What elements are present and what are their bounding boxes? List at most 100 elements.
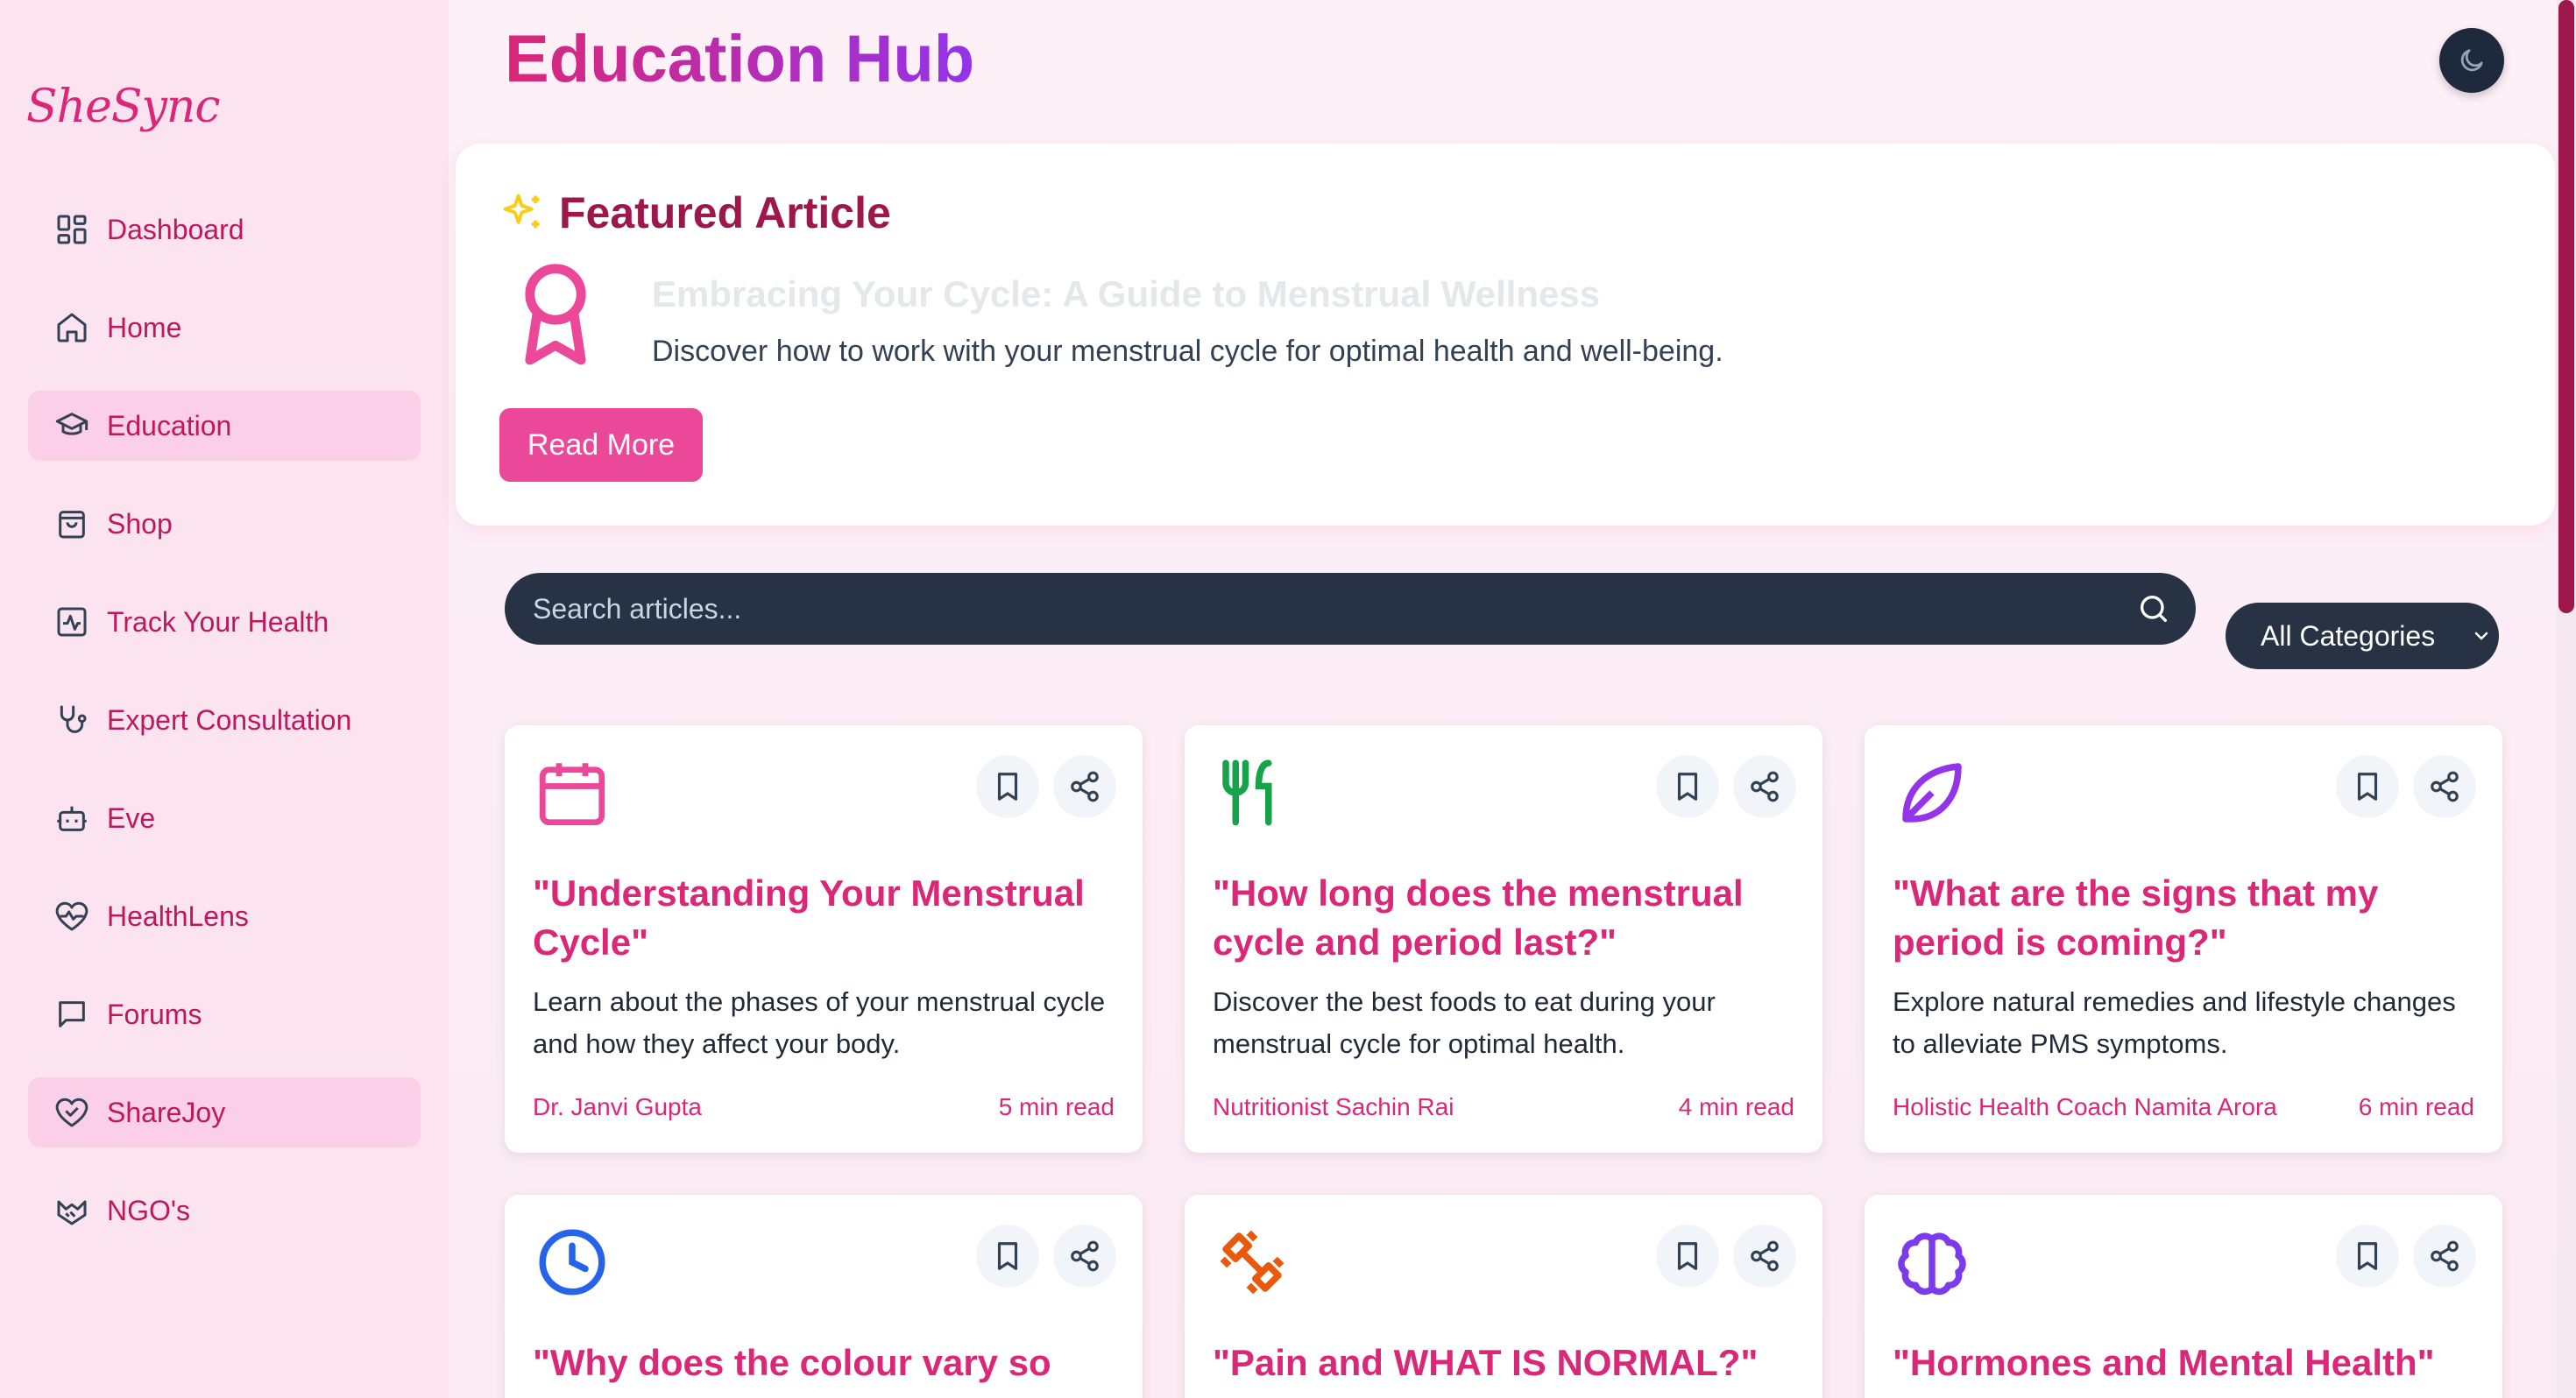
bookmark-icon — [997, 773, 1018, 801]
share-icon — [1751, 771, 1779, 802]
sidebar-item-label: Home — [107, 311, 182, 343]
search-icon[interactable] — [2136, 591, 2171, 626]
article-title[interactable]: "Pain and WHAT IS NORMAL?" — [1213, 1338, 1794, 1387]
bookmark-button[interactable] — [1656, 1225, 1719, 1288]
leaf-icon — [1893, 753, 1971, 832]
bookmark-button[interactable] — [1656, 755, 1719, 818]
share-button[interactable] — [1053, 1225, 1116, 1288]
home-icon — [54, 310, 89, 345]
sidebar-item-label: Shop — [107, 507, 173, 540]
scrollbar-thumb[interactable] — [2558, 0, 2574, 613]
article-card[interactable]: "Why does the colour vary so — [505, 1195, 1143, 1398]
article-title[interactable]: "How long does the menstrual cycle and p… — [1213, 869, 1794, 967]
featured-article-card: Featured Article Embracing Your Cycle: A… — [456, 144, 2555, 526]
article-title[interactable]: "Understanding Your Menstrual Cycle" — [533, 869, 1115, 967]
award-icon — [525, 264, 586, 365]
bookmark-icon — [1677, 1242, 1698, 1270]
clock-icon — [533, 1223, 612, 1302]
sidebar-item-label: Dashboard — [107, 213, 244, 245]
sidebar-item-label: Expert Consultation — [107, 703, 352, 736]
share-button[interactable] — [1733, 1225, 1796, 1288]
featured-article-description: Discover how to work with your menstrual… — [652, 335, 1723, 368]
sidebar-item-shop[interactable]: Shop — [28, 489, 421, 559]
dashboard-icon — [54, 212, 89, 247]
sidebar-item-eve[interactable]: Eve — [28, 783, 421, 853]
article-card[interactable]: "How long does the menstrual cycle and p… — [1185, 725, 1822, 1153]
calendar-icon — [533, 753, 612, 832]
moon-icon — [2460, 49, 2483, 72]
bookmark-button[interactable] — [976, 755, 1039, 818]
article-author: Holistic Health Coach Namita Arora — [1893, 1093, 2277, 1120]
featured-article-title[interactable]: Embracing Your Cycle: A Guide to Menstru… — [652, 273, 1600, 315]
share-icon — [1071, 1240, 1099, 1272]
page-title: Education Hub — [505, 22, 975, 96]
share-button[interactable] — [2413, 1225, 2476, 1288]
utensils-icon — [1213, 753, 1292, 832]
sidebar-item-healthlens[interactable]: HealthLens — [28, 881, 421, 951]
bookmark-icon — [2357, 773, 2378, 801]
sidebar-nav: Dashboard Home Education Shop Track Your… — [28, 194, 421, 1274]
bookmark-icon — [2357, 1242, 2378, 1270]
article-card[interactable]: "Understanding Your Menstrual Cycle" Lea… — [505, 725, 1143, 1153]
category-select-value: All Categories — [2261, 619, 2436, 652]
handshake-icon — [54, 1193, 89, 1228]
article-title[interactable]: "What are the signs that my period is co… — [1893, 869, 2474, 967]
sidebar: SheSync Dashboard Home Education Shop Tr… — [0, 0, 449, 1398]
chevron-down-icon — [2474, 632, 2488, 640]
article-author: Dr. Janvi Gupta — [533, 1093, 702, 1120]
bookmark-icon — [1677, 773, 1698, 801]
sidebar-item-label: Track Your Health — [107, 605, 329, 638]
share-button[interactable] — [2413, 755, 2476, 818]
sidebar-item-label: Eve — [107, 801, 156, 834]
article-title[interactable]: "Why does the colour vary so — [533, 1338, 1115, 1387]
sidebar-item-education[interactable]: Education — [28, 391, 421, 461]
share-icon — [1751, 1240, 1779, 1272]
share-button[interactable] — [1733, 755, 1796, 818]
sidebar-item-home[interactable]: Home — [28, 293, 421, 363]
sidebar-item-expert-consultation[interactable]: Expert Consultation — [28, 685, 421, 755]
sparkles-icon — [503, 194, 540, 229]
article-description: Discover the best foods to eat during yo… — [1213, 986, 1716, 1059]
article-title[interactable]: "Hormones and Mental Health" — [1893, 1338, 2474, 1387]
bookmark-button[interactable] — [2336, 1225, 2399, 1288]
article-read-time: 5 min read — [998, 1093, 1115, 1120]
bookmark-button[interactable] — [2336, 755, 2399, 818]
sidebar-item-track-your-health[interactable]: Track Your Health — [28, 587, 421, 657]
scrollbar[interactable] — [2557, 0, 2576, 1398]
article-card[interactable]: "Pain and WHAT IS NORMAL?" — [1185, 1195, 1822, 1398]
brain-icon — [1893, 1223, 1971, 1302]
sidebar-item-ngos[interactable]: NGO's — [28, 1176, 421, 1246]
shopping-bag-icon — [54, 506, 89, 541]
app-logo[interactable]: SheSync — [26, 81, 220, 133]
article-author: Nutritionist Sachin Rai — [1213, 1093, 1454, 1120]
article-card[interactable]: "Hormones and Mental Health" — [1865, 1195, 2502, 1398]
share-icon — [2431, 771, 2459, 802]
activity-icon — [54, 604, 89, 639]
share-button[interactable] — [1053, 755, 1116, 818]
sidebar-item-label: NGO's — [107, 1194, 190, 1226]
article-read-time: 4 min read — [1678, 1093, 1794, 1120]
sidebar-item-sharejoy[interactable]: ShareJoy — [28, 1077, 421, 1147]
article-card[interactable]: "What are the signs that my period is co… — [1865, 725, 2502, 1153]
share-icon — [2431, 1240, 2459, 1272]
sidebar-item-dashboard[interactable]: Dashboard — [28, 194, 421, 265]
read-more-button[interactable]: Read More — [499, 408, 703, 482]
search-bar — [505, 573, 2196, 645]
bookmark-button[interactable] — [976, 1225, 1039, 1288]
featured-header: Featured Article — [499, 187, 891, 238]
bookmark-icon — [997, 1242, 1018, 1270]
bot-icon — [54, 801, 89, 836]
dumbbell-icon — [1213, 1223, 1292, 1302]
category-select[interactable]: All Categories — [2226, 603, 2499, 669]
article-description: Explore natural remedies and lifestyle c… — [1893, 986, 2456, 1059]
search-input[interactable] — [505, 573, 2136, 645]
sidebar-item-forums[interactable]: Forums — [28, 979, 421, 1049]
theme-toggle-button[interactable] — [2439, 28, 2504, 93]
sidebar-item-label: ShareJoy — [107, 1096, 226, 1128]
sidebar-item-label: Forums — [107, 998, 202, 1030]
main-content: Education Hub Featured Article Embracing… — [449, 0, 2576, 1398]
article-description: Learn about the phases of your menstrual… — [533, 986, 1106, 1059]
stethoscope-icon — [54, 703, 89, 738]
featured-heading: Featured Article — [559, 188, 891, 237]
article-read-time: 6 min read — [2358, 1093, 2474, 1120]
